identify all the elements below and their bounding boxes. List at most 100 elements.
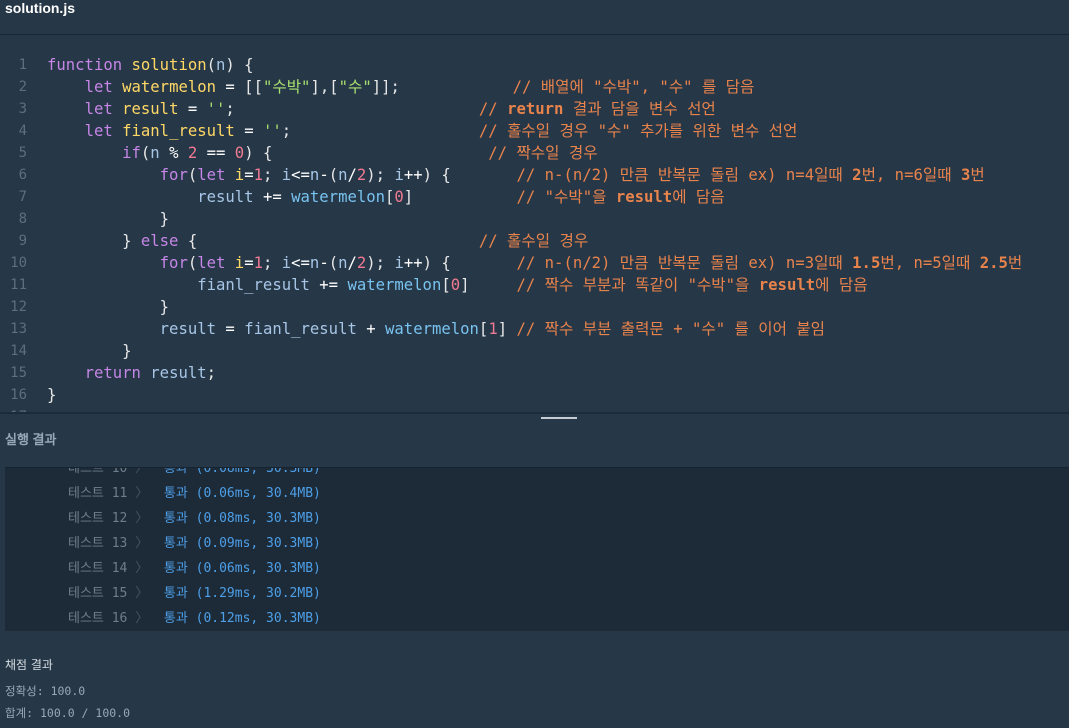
code-token: <= — [291, 166, 310, 184]
code-token: ; — [262, 166, 282, 184]
code-token: ++ — [403, 254, 423, 272]
code-token: ) { — [422, 166, 451, 184]
line-code[interactable]: } — [47, 208, 169, 230]
line-number: 15 — [10, 365, 27, 381]
code-token: [[ — [234, 78, 263, 96]
test-result-row: 테스트 14 〉 통과 (0.06ms, 30.3MB) — [68, 556, 321, 581]
code-token: 3 — [960, 166, 971, 184]
test-label: 테스트 13 — [68, 536, 128, 551]
code-token: } — [47, 298, 170, 316]
test-result-status: 통과 (0.06ms, 30.4MB) — [163, 486, 321, 501]
line-number: 13 — [10, 321, 27, 337]
code-token: // — [478, 100, 508, 118]
line-number: 2 — [18, 79, 27, 95]
line-code[interactable]: let fianl_result = ''; // 홀수일 경우 "수" 추가를… — [47, 120, 798, 142]
run-result-list[interactable]: 테스트 10 〉 통과 (0.08ms, 30.3MB) 테스트 11 〉 통과 … — [5, 467, 1069, 631]
code-token: n — [150, 144, 160, 162]
code-token: 1 — [488, 320, 498, 338]
code-token: = — [187, 100, 198, 118]
code-token: += — [262, 188, 282, 206]
code-token: - — [319, 166, 329, 184]
code-token: ( — [140, 144, 151, 162]
test-label: 테스트 11 — [68, 486, 128, 501]
code-token: i — [234, 166, 245, 184]
run-result-title: 실행 결과 — [5, 432, 57, 447]
code-token: ; — [206, 364, 217, 382]
code-token: ) { — [422, 254, 451, 272]
code-token: = — [244, 122, 254, 140]
code-token: ; — [225, 100, 235, 118]
code-token: result — [150, 364, 207, 382]
code-token: else — [140, 232, 179, 250]
chevron-right-icon: 〉 — [135, 486, 149, 501]
line-code[interactable]: let result = ''; // return 결과 담을 변수 선언 — [47, 98, 716, 120]
test-label: 테스트 14 — [68, 561, 128, 576]
line-code[interactable]: if(n % 2 == 0) { // 짝수일 경우 — [47, 142, 597, 164]
chevron-right-icon: 〉 — [135, 536, 149, 551]
code-editor[interactable]: 1 function solution(n) { 2 let watermelon … — [0, 35, 1069, 412]
line-code[interactable]: return result; — [47, 362, 216, 384]
code-token: ] — [460, 276, 470, 294]
code-token: return — [84, 364, 141, 382]
line-number: 7 — [18, 189, 27, 205]
line-number: 11 — [10, 277, 27, 293]
file-tab-solution-js[interactable]: solution.js — [5, 0, 75, 16]
code-token: 번 — [1007, 254, 1023, 272]
line-code[interactable]: } — [47, 340, 131, 362]
total-score: 합계: 100.0 / 100.0 — [5, 706, 131, 720]
line-code[interactable]: let watermelon = [["수박"],["수"]]; // 배열에 … — [47, 76, 755, 98]
code-token: = — [225, 320, 235, 338]
chevron-right-icon: 〉 — [135, 561, 149, 576]
line-code[interactable]: result = fianl_result + watermelon[1] //… — [47, 318, 825, 340]
panel-splitter[interactable] — [0, 412, 1069, 414]
line-code[interactable]: } else { // 홀수일 경우 — [47, 230, 588, 252]
run-result-header: 실행 결과 — [0, 420, 1069, 466]
code-token: ) { — [225, 56, 254, 74]
code-token: [ — [478, 320, 489, 338]
code-token: / — [347, 254, 357, 272]
line-code[interactable]: for(let i=1; i<=n-(n/2); i++) { // n-(n/… — [47, 252, 1023, 274]
code-token: i — [281, 166, 292, 184]
code-token: 결과 담을 변수 선언 — [563, 100, 716, 118]
code-token: 2 — [187, 144, 198, 162]
line-number: 1 — [18, 57, 27, 73]
code-token: // 배열에 "수박", "수" 를 담음 — [512, 78, 755, 96]
line-code[interactable]: fianl_result += watermelon[0] // 짝수 부분과 … — [47, 274, 867, 296]
line-number: 8 — [18, 211, 27, 227]
test-result-row: 테스트 16 〉 통과 (0.12ms, 30.3MB) — [68, 606, 321, 631]
line-number: 5 — [18, 145, 27, 161]
line-code[interactable]: for(let i=1; i<=n-(n/2); i++) { // n-(n/… — [47, 164, 985, 186]
test-result-status: 통과 (0.08ms, 30.3MB) — [163, 467, 321, 476]
line-code[interactable]: function solution(n) { — [47, 54, 254, 76]
line-code[interactable]: result += watermelon[0] // "수박"을 result에… — [47, 186, 724, 208]
test-label: 테스트 12 — [68, 511, 128, 526]
code-token: ]]; — [371, 78, 400, 96]
line-code[interactable]: } — [47, 296, 169, 318]
line-code[interactable]: } — [47, 384, 56, 406]
code-token: // n-(n/2) 만큼 반복문 돌림 ex) n=4일때 — [516, 166, 853, 184]
code-token: ++ — [403, 166, 423, 184]
code-token: // "수박"을 — [516, 188, 616, 206]
line-number: 10 — [10, 255, 27, 271]
test-result-row: 테스트 15 〉 통과 (1.29ms, 30.2MB) — [68, 581, 321, 606]
code-token: - — [319, 254, 329, 272]
code-token: ],[ — [310, 78, 339, 96]
code-token: solution — [131, 56, 207, 74]
code-token: result — [122, 100, 179, 118]
code-token: let — [197, 166, 226, 184]
code-token: ( — [328, 254, 339, 272]
code-token: n — [216, 56, 226, 74]
accuracy-score: 정확성: 100.0 — [5, 684, 86, 698]
test-label: 테스트 10 — [68, 467, 128, 476]
